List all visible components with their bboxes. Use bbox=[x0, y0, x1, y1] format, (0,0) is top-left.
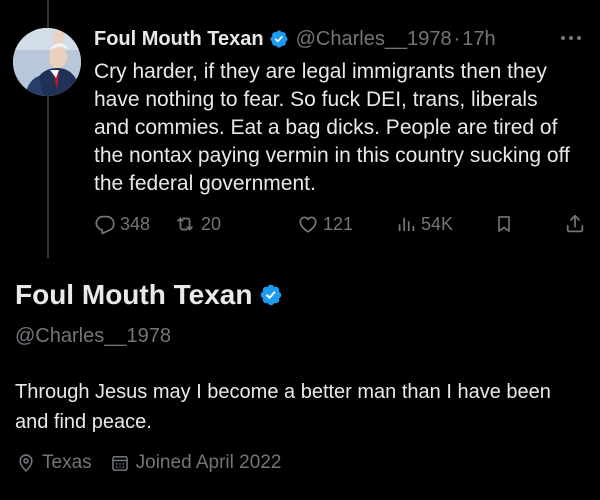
like-button[interactable]: 121 bbox=[297, 210, 353, 238]
repost-button[interactable]: 20 bbox=[173, 210, 221, 238]
tweet-timestamp[interactable]: 17h bbox=[462, 28, 495, 51]
avatar[interactable] bbox=[13, 28, 81, 96]
verified-badge-icon bbox=[269, 29, 289, 49]
profile-meta: Texas Joined April 2022 bbox=[16, 450, 299, 476]
profile-photo bbox=[13, 28, 81, 96]
author-handle[interactable]: @Charles__1978 bbox=[296, 28, 452, 51]
profile-display-name: Foul Mouth Texan bbox=[15, 279, 253, 310]
profile-joined-date: Joined April 2022 bbox=[135, 452, 282, 473]
profile-handle: @Charles__1978 bbox=[15, 325, 171, 347]
tweet-text: Cry harder, if they are legal immigrants… bbox=[94, 60, 570, 195]
like-count: 121 bbox=[323, 213, 354, 234]
bookmark-button[interactable] bbox=[494, 210, 514, 238]
repost-count: 20 bbox=[201, 213, 222, 234]
reply-icon bbox=[95, 215, 115, 235]
author-display-name[interactable]: Foul Mouth Texan bbox=[94, 28, 264, 51]
profile-bio: Through Jesus may I become a better man … bbox=[15, 381, 551, 433]
tweet-actions: 348 20 121 54K bbox=[94, 210, 590, 238]
reply-button[interactable]: 348 bbox=[94, 210, 150, 238]
views-chart-icon bbox=[398, 217, 415, 232]
view-count: 54K bbox=[421, 213, 454, 234]
views-button[interactable]: 54K bbox=[395, 210, 453, 238]
profile-location: Texas bbox=[42, 452, 92, 473]
profile-name-row: Foul Mouth Texan bbox=[15, 279, 283, 311]
joined-item: Joined April 2022 bbox=[110, 452, 282, 474]
verified-badge-icon[interactable] bbox=[259, 283, 283, 307]
share-icon bbox=[566, 214, 584, 233]
location-item: Texas bbox=[16, 452, 92, 474]
share-button[interactable] bbox=[564, 210, 586, 238]
tweet-header: Foul Mouth Texan @Charles__1978 · 17h bbox=[94, 26, 496, 52]
repost-icon bbox=[177, 217, 193, 231]
more-options-icon[interactable] bbox=[556, 28, 586, 48]
header-separator: · bbox=[453, 27, 461, 50]
reply-count: 348 bbox=[120, 213, 151, 234]
bookmark-icon bbox=[498, 216, 510, 232]
heart-icon bbox=[299, 216, 317, 233]
calendar-icon bbox=[111, 456, 128, 471]
location-pin-icon bbox=[19, 454, 33, 472]
